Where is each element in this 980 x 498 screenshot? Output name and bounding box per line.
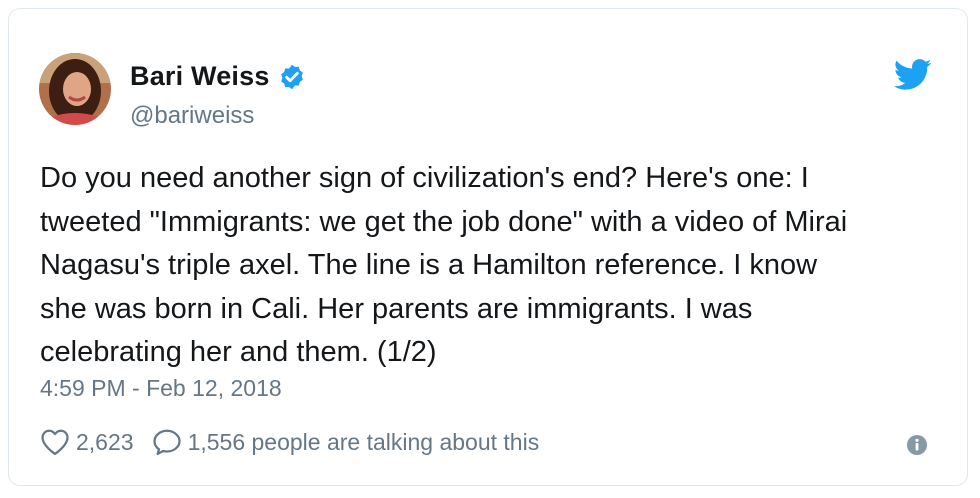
talking-count[interactable]: 1,556 people are talking about this [188, 429, 540, 456]
avatar-photo [39, 53, 111, 125]
comment-bubble-icon[interactable] [152, 428, 182, 456]
author-handle[interactable]: @bariweiss [130, 102, 254, 130]
heart-icon[interactable] [40, 428, 70, 456]
tweet-text: Do you need another sign of civilization… [40, 162, 848, 368]
embedded-tweet-card: Bari Weiss @bariweiss Do you need anothe… [8, 8, 968, 486]
info-icon[interactable] [906, 434, 928, 456]
twitter-bird-icon[interactable] [893, 59, 932, 91]
verified-badge-icon [278, 63, 306, 91]
tweet-timestamp[interactable]: 4:59 PM - Feb 12, 2018 [40, 375, 282, 402]
avatar[interactable] [39, 53, 111, 125]
like-count[interactable]: 2,623 [76, 429, 134, 456]
author-name-row: Bari Weiss [130, 61, 306, 92]
author-display-name[interactable]: Bari Weiss [130, 61, 270, 92]
engagement-bar: 2,623 1,556 people are talking about thi… [40, 428, 539, 456]
